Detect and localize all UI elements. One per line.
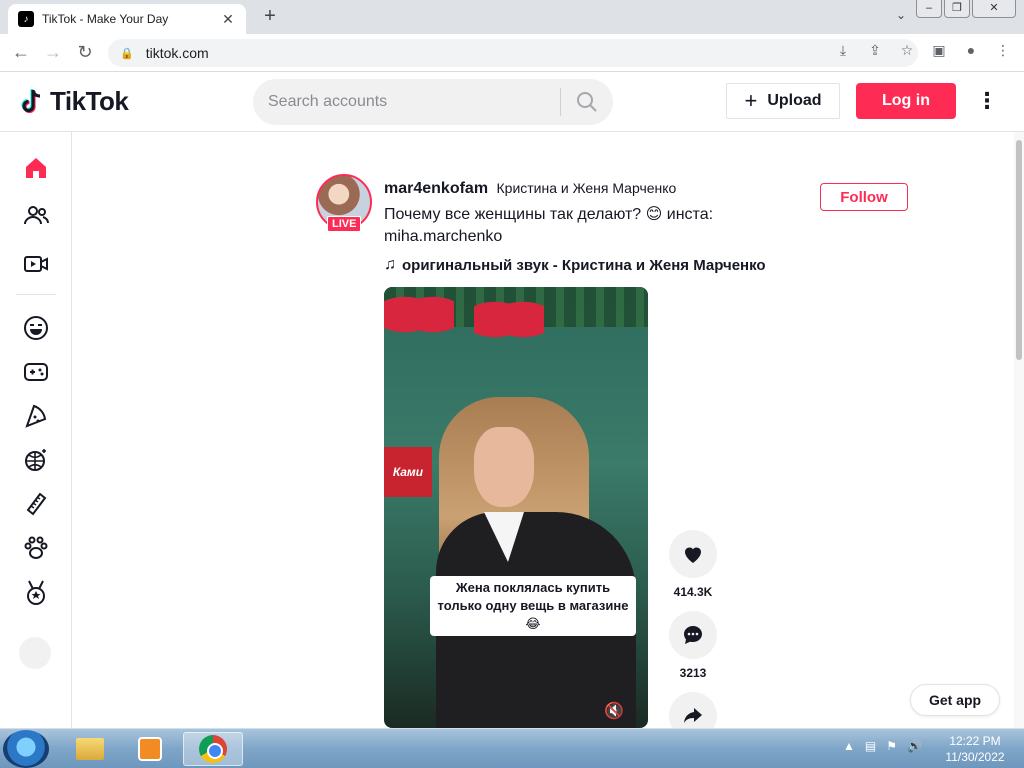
network-icon[interactable]: ▤ [865, 739, 876, 753]
logo-wordmark: TikTok [50, 86, 129, 116]
install-app-icon[interactable]: ⤓ [834, 42, 852, 59]
mute-icon[interactable]: 🔇 [604, 701, 632, 723]
comment-icon [684, 626, 702, 644]
tiktok-logo[interactable]: TikTok [20, 86, 129, 117]
animals-icon[interactable] [20, 532, 52, 564]
browser-toolbar: ← → ↻ 🔒 tiktok.com ⤓ ⇪ ☆ ▣ ● ⋮ [0, 34, 1024, 72]
tiktok-header: TikTok + Upload Log in ⋮ [0, 72, 1024, 132]
reload-icon[interactable]: ↻ [74, 42, 96, 64]
login-button[interactable]: Log in [856, 83, 956, 119]
video-bow-right [474, 292, 544, 347]
like-count: 414.3K [673, 585, 713, 599]
following-icon[interactable] [20, 200, 52, 232]
action-center-icon[interactable]: ⚑ [886, 739, 897, 753]
browser-menu-icon[interactable]: ⋮ [994, 42, 1012, 59]
bookmark-star-icon[interactable]: ☆ [898, 42, 916, 59]
tab-close-icon[interactable]: ✕ [220, 11, 236, 28]
tab-title: TikTok - Make Your Day [42, 12, 169, 26]
live-badge: LIVE [327, 216, 362, 232]
sidebar [0, 132, 72, 728]
post-description: Почему все женщины так делают? 😊 инста: … [384, 204, 814, 248]
author-nickname[interactable]: Кристина и Женя Марченко [497, 180, 677, 196]
scrollbar-thumb[interactable] [1016, 140, 1022, 360]
video-caption: Жена поклялась купить только одну вещь в… [430, 576, 636, 636]
tab-search-chevron-icon[interactable]: ⌄ [896, 8, 906, 22]
upload-label: Upload [767, 92, 822, 109]
profile-avatar-icon[interactable]: ● [962, 42, 980, 59]
window-controls: – ❐ ✕ [916, 0, 1016, 18]
windows-taskbar: ▲ ▤ ⚑ 🔊 12:22 PM 11/30/2022 [0, 728, 1024, 768]
video-person-face [474, 427, 534, 507]
heart-icon [685, 547, 701, 563]
live-icon[interactable] [20, 248, 52, 280]
system-tray: ▲ ▤ ⚑ 🔊 [843, 739, 922, 753]
chrome-icon [199, 735, 227, 763]
comment-count: 3213 [679, 666, 707, 680]
search-button[interactable] [561, 79, 613, 125]
volume-icon[interactable]: 🔊 [907, 739, 922, 753]
folder-icon [76, 738, 104, 760]
media-player-icon [138, 737, 162, 761]
side-panel-icon[interactable]: ▣ [930, 42, 948, 59]
toolbar-icons: ⤓ ⇪ ☆ ▣ ● ⋮ [834, 42, 1012, 59]
browser-tab-bar: ♪ TikTok - Make Your Day ✕ + ⌄ – ❐ ✕ [0, 0, 1024, 34]
follow-button[interactable]: Follow [820, 183, 908, 211]
lock-icon[interactable]: 🔒 [120, 47, 134, 60]
music-link[interactable]: ♫ оригинальный звук - Кристина и Женя Ма… [384, 256, 814, 274]
home-icon[interactable] [20, 152, 52, 184]
search-box [253, 79, 613, 125]
upload-button[interactable]: + Upload [726, 83, 840, 119]
more-options-icon[interactable]: ⋮ [976, 88, 998, 116]
search-input[interactable] [253, 79, 560, 125]
explorer-taskbar-button[interactable] [60, 732, 120, 766]
back-arrow-icon[interactable]: ← [10, 42, 32, 64]
show-hidden-icons-icon[interactable]: ▲ [843, 739, 855, 753]
video-player[interactable]: Ками Жена поклялась купить только одну в… [384, 287, 648, 728]
browser-tab[interactable]: ♪ TikTok - Make Your Day ✕ [8, 4, 246, 34]
tiktok-note-icon [20, 88, 44, 116]
food-icon[interactable] [20, 400, 52, 432]
plus-icon: + [744, 88, 758, 113]
search-icon [577, 92, 597, 112]
clock-date: 11/30/2022 [945, 750, 1005, 764]
action-bar: 414.3K 3213 [668, 530, 718, 740]
start-button[interactable] [3, 730, 49, 768]
tiktok-favicon-icon: ♪ [18, 11, 34, 27]
beauty-icon[interactable] [20, 488, 52, 520]
system-clock[interactable]: 12:22 PM 11/30/2022 [940, 733, 1010, 765]
minimize-button[interactable]: – [916, 0, 942, 18]
clock-time: 12:22 PM [949, 734, 1001, 748]
sports-icon[interactable] [20, 576, 52, 608]
new-tab-button[interactable]: + [258, 5, 282, 29]
video-bow-left [384, 287, 454, 342]
chrome-taskbar-button[interactable] [183, 732, 243, 766]
dance-icon[interactable] [20, 444, 52, 476]
music-note-icon: ♫ [384, 256, 396, 273]
video-sign: Ками [384, 447, 432, 497]
post-meta: mar4enkofam Кристина и Женя Марченко Поч… [384, 180, 814, 274]
like-button[interactable] [669, 530, 717, 578]
gaming-icon[interactable] [20, 356, 52, 388]
author-line: mar4enkofam Кристина и Женя Марченко [384, 180, 814, 198]
share-icon[interactable]: ⇪ [866, 42, 884, 59]
url-text[interactable]: tiktok.com [146, 45, 209, 61]
author-avatar[interactable]: LIVE [312, 170, 376, 234]
comedy-icon[interactable] [20, 312, 52, 344]
description-text: Почему все женщины так делают? 😊 инста: [384, 206, 714, 223]
restore-button[interactable]: ❐ [944, 0, 970, 18]
forward-arrow-icon[interactable]: → [42, 42, 64, 64]
description-mention: miha.marchenko [384, 228, 503, 245]
sidebar-divider [16, 294, 56, 295]
author-username[interactable]: mar4enkofam [384, 180, 488, 197]
get-app-button[interactable]: Get app [910, 684, 1000, 716]
comment-button[interactable] [669, 611, 717, 659]
address-bar[interactable]: 🔒 tiktok.com [108, 39, 918, 67]
music-title: оригинальный звук - Кристина и Женя Марч… [402, 256, 766, 274]
media-player-taskbar-button[interactable] [120, 732, 180, 766]
share-arrow-icon [684, 708, 702, 723]
close-window-button[interactable]: ✕ [972, 0, 1016, 18]
sidebar-placeholder [19, 637, 51, 669]
